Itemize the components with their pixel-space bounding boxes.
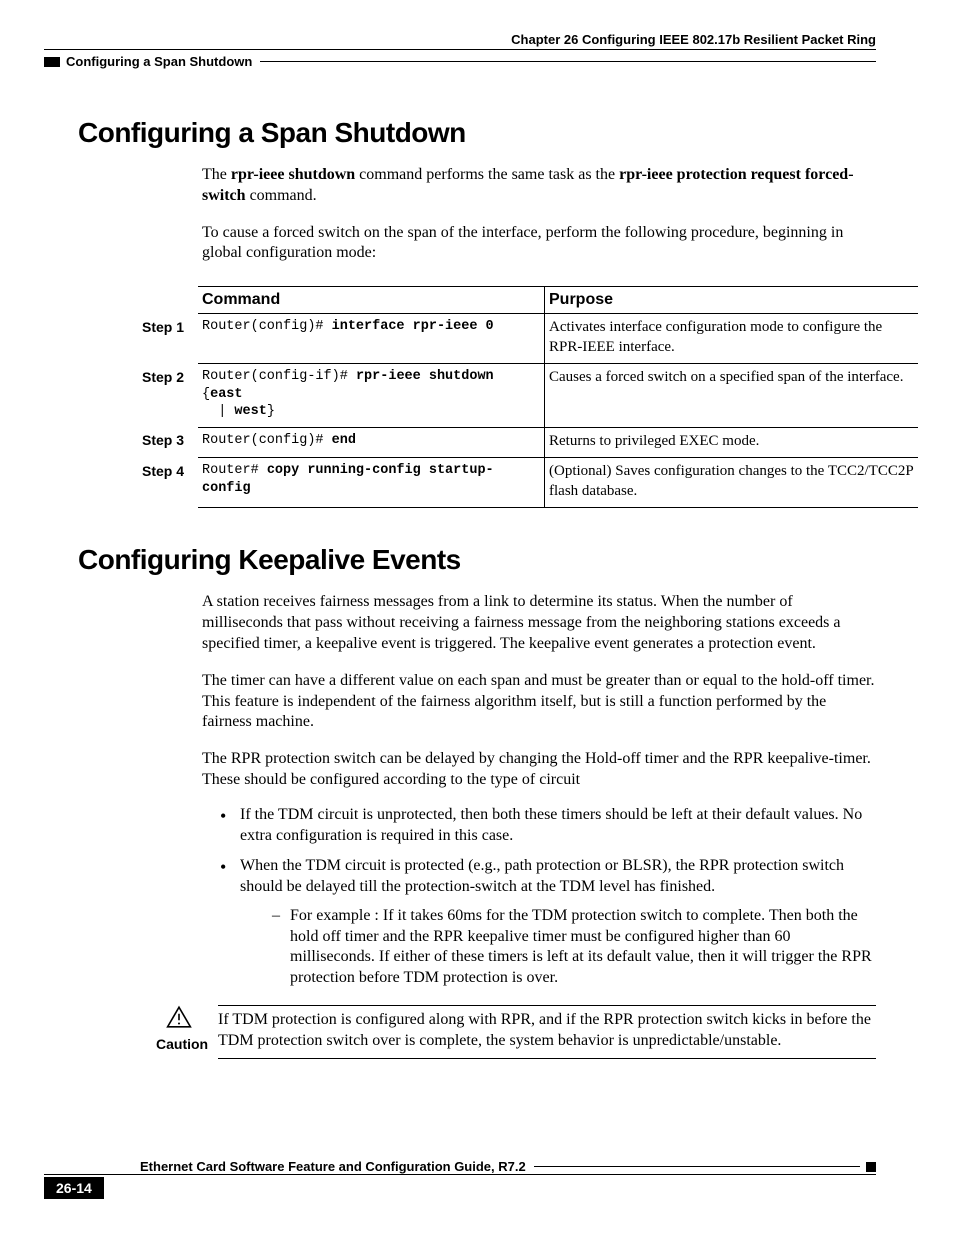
command-cell: Router(config)# end [198,427,545,458]
table-row: Step 1 Router(config)# interface rpr-iee… [142,314,918,364]
empty-cell [142,287,198,314]
text: The [202,166,231,183]
cmd-bold: west [234,404,266,419]
section-heading-span-shutdown: Configuring a Span Shutdown [78,117,876,149]
footer-rule-2 [44,1174,876,1175]
list-item: When the TDM circuit is protected (e.g.,… [220,856,876,989]
page-container: Chapter 26 Configuring IEEE 802.17b Resi… [0,0,954,1235]
purpose-cell: Causes a forced switch on a specified sp… [545,364,919,428]
command-cell: Router(config)# interface rpr-ieee 0 [198,314,545,364]
step-label: Step 4 [142,458,198,508]
cmd-bold: end [332,433,356,448]
cmd-prompt: Router(config)# [202,433,332,448]
cmd-text: } [267,404,275,419]
cmd-prompt: Router(config-if)# [202,369,356,384]
bullet-list: If the TDM circuit is unprotected, then … [220,805,876,989]
list-text: When the TDM circuit is protected (e.g.,… [240,857,844,895]
sub-list-item: For example : If it takes 60ms for the T… [272,906,876,989]
text: command. [246,187,317,204]
cmd-bold: rpr-ieee shutdown [356,369,494,384]
chapter-title: Chapter 26 Configuring IEEE 802.17b Resi… [511,32,876,47]
cmd-prompt: Router# [202,463,267,478]
purpose-cell: Returns to privileged EXEC mode. [545,427,919,458]
bold-text: rpr-ieee shutdown [231,166,355,183]
para-keepalive-2: The timer can have a different value on … [202,671,876,733]
caution-label: Caution [156,1036,202,1052]
purpose-cell: (Optional) Saves configuration changes t… [545,458,919,508]
table-row: Step 4 Router# copy running-config start… [142,458,918,508]
step-label: Step 2 [142,364,198,428]
running-header-left: Configuring a Span Shutdown [44,54,876,69]
para-shutdown-proc: To cause a forced switch on the span of … [202,223,876,265]
caution-left: Caution [156,1005,202,1052]
cmd-bold: east [210,387,242,402]
cmd-text: | [210,404,234,419]
table-header-row: Command Purpose [142,287,918,314]
cmd-bold: interface rpr-ieee 0 [332,319,494,334]
caution-block: Caution If TDM protection is configured … [156,1005,876,1059]
breadcrumb: Configuring a Span Shutdown [66,54,252,69]
header-line [260,61,876,62]
footer-line: Ethernet Card Software Feature and Confi… [44,1159,876,1174]
table-row: Step 3 Router(config)# end Returns to pr… [142,427,918,458]
footer-rule [534,1166,860,1167]
header-rule [44,49,876,50]
command-cell: Router# copy running-config startup-conf… [198,458,545,508]
running-header-right: Chapter 26 Configuring IEEE 802.17b Resi… [44,32,876,47]
text: command performs the same task as the [355,166,619,183]
command-cell: Router(config-if)# rpr-ieee shutdown {ea… [198,364,545,428]
col-command: Command [198,287,545,314]
sub-list: For example : If it takes 60ms for the T… [272,906,876,989]
list-item: If the TDM circuit is unprotected, then … [220,805,876,847]
table-row: Step 2 Router(config-if)# rpr-ieee shutd… [142,364,918,428]
para-keepalive-3: The RPR protection switch can be delayed… [202,749,876,791]
para-shutdown-intro: The rpr-ieee shutdown command performs t… [202,165,876,207]
footer-square-icon [866,1162,876,1172]
cmd-text: { [202,387,210,402]
section-heading-keepalive: Configuring Keepalive Events [78,544,876,576]
col-purpose: Purpose [545,287,919,314]
cmd-prompt: Router(config)# [202,319,332,334]
step-label: Step 1 [142,314,198,364]
footer-guide-title: Ethernet Card Software Feature and Confi… [140,1159,526,1174]
page-footer: Ethernet Card Software Feature and Confi… [44,1159,876,1199]
steps-table: Command Purpose Step 1 Router(config)# i… [142,286,918,508]
header-square-icon [44,57,60,67]
purpose-cell: Activates interface configuration mode t… [545,314,919,364]
para-keepalive-1: A station receives fairness messages fro… [202,592,876,654]
step-label: Step 3 [142,427,198,458]
warning-icon [166,1005,192,1029]
page-number: 26-14 [44,1177,104,1199]
caution-text: If TDM protection is configured along wi… [218,1005,876,1059]
